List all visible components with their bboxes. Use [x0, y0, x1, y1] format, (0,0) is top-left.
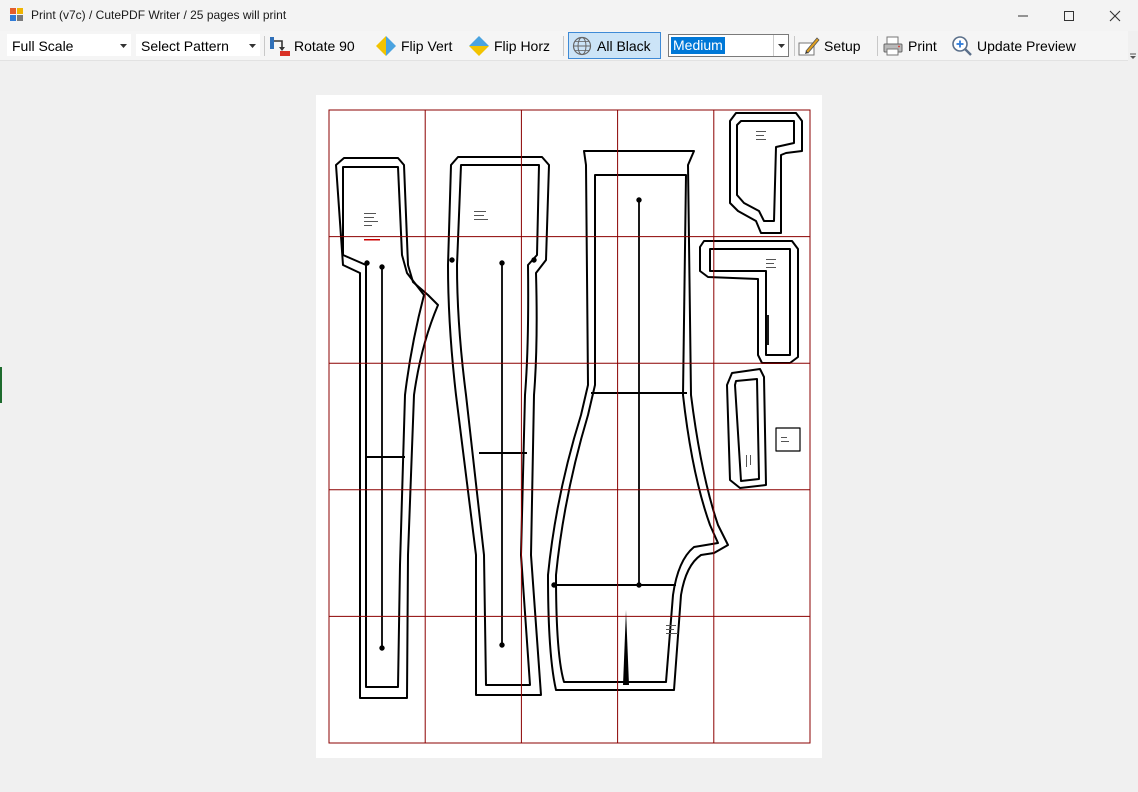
- pattern-piece: [547, 150, 729, 691]
- update-preview-label: Update Preview: [977, 37, 1076, 54]
- close-icon: [1109, 10, 1121, 21]
- chevron-down-icon: [118, 35, 128, 57]
- window-title: Print (v7c) / CutePDF Writer / 25 pages …: [31, 8, 287, 22]
- printer-icon: [883, 36, 903, 55]
- flip-vert-button[interactable]: Flip Vert: [375, 33, 452, 58]
- chevron-down-icon: [1130, 53, 1136, 59]
- all-black-label: All Black: [597, 37, 651, 54]
- minimize-button[interactable]: [1000, 0, 1046, 31]
- zoom-in-icon: [952, 35, 972, 56]
- print-label: Print: [908, 37, 937, 54]
- close-button[interactable]: [1092, 0, 1138, 31]
- pattern-preview: [328, 109, 811, 744]
- piece-label-marks: [364, 131, 789, 634]
- pattern-piece: [709, 248, 791, 356]
- small-pattern-pieces: [699, 112, 803, 489]
- app-icon: [10, 8, 23, 21]
- chevron-down-icon: [773, 35, 788, 56]
- maximize-icon: [1064, 10, 1074, 21]
- setup-button[interactable]: Setup: [798, 33, 861, 58]
- update-preview-button[interactable]: Update Preview: [951, 33, 1076, 58]
- maximize-button[interactable]: [1046, 0, 1092, 31]
- flip-horizontal-icon: [469, 35, 489, 56]
- pattern-piece: [447, 156, 550, 696]
- pattern-piece: [726, 368, 767, 489]
- line-weight-dropdown[interactable]: Medium: [668, 34, 789, 57]
- toolbar-separator: [877, 36, 878, 56]
- pattern-piece: [699, 240, 799, 364]
- pattern-piece: [775, 427, 801, 452]
- setup-label: Setup: [824, 37, 861, 54]
- pattern-value: Select Pattern: [141, 38, 229, 54]
- flip-vert-label: Flip Vert: [401, 37, 453, 54]
- all-black-button[interactable]: All Black: [568, 32, 661, 59]
- edge-marker: [0, 367, 2, 403]
- pattern-piece: [335, 157, 439, 699]
- scale-value: Full Scale: [12, 38, 74, 54]
- line-weight-value: Medium: [671, 37, 725, 54]
- rotate-label: Rotate 90: [294, 37, 355, 54]
- flip-horz-button[interactable]: Flip Horz: [468, 33, 550, 58]
- pattern-piece: [736, 120, 795, 222]
- flip-vertical-icon: [376, 35, 396, 56]
- toolbar-separator: [563, 36, 564, 56]
- toolbar-overflow-button[interactable]: [1128, 45, 1138, 61]
- scale-dropdown[interactable]: Full Scale: [7, 34, 131, 56]
- pattern-piece: [456, 164, 540, 686]
- flip-horz-label: Flip Horz: [494, 37, 551, 54]
- title-bar: Print (v7c) / CutePDF Writer / 25 pages …: [0, 0, 1138, 31]
- toolbar-separator: [794, 36, 795, 56]
- print-preview-sheet[interactable]: [316, 95, 822, 758]
- chevron-down-icon: [247, 35, 257, 57]
- pattern-piece: [555, 174, 719, 683]
- setup-pencil-icon: [798, 36, 820, 55]
- print-button[interactable]: Print: [882, 33, 937, 58]
- pattern-dropdown[interactable]: Select Pattern: [136, 34, 260, 56]
- globe-icon: [572, 36, 592, 55]
- toolbar-separator: [264, 36, 265, 56]
- toolbar: Full Scale Select Pattern Rotate 90 Flip…: [0, 31, 1128, 61]
- minimize-icon: [1018, 15, 1028, 16]
- rotate-90-button[interactable]: Rotate 90: [268, 33, 355, 58]
- rotate-icon: [270, 36, 290, 56]
- dart-marker: [623, 610, 629, 685]
